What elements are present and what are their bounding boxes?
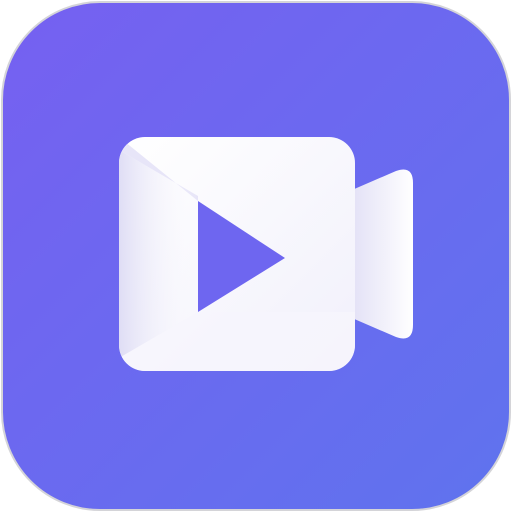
camera-lens xyxy=(352,169,413,339)
app-icon[interactable] xyxy=(0,0,512,512)
